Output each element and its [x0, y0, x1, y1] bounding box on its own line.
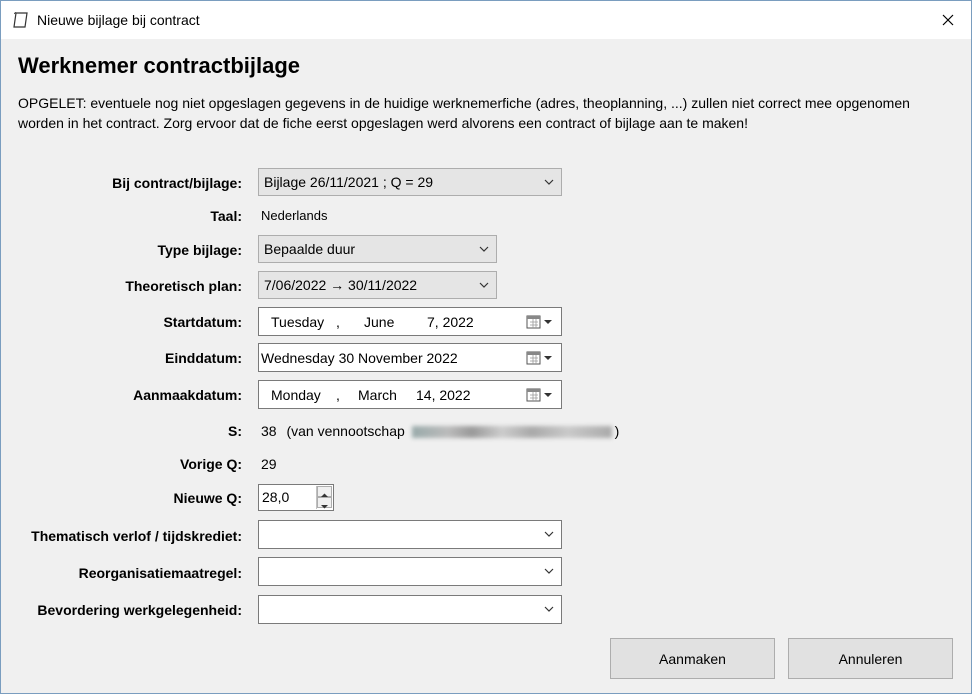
warning-text: OPGELET: eventuele nog niet opgeslagen g… — [18, 95, 910, 131]
bevordering-select[interactable] — [258, 595, 562, 624]
theoretisch-plan-value: 7/06/2022 → 30/11/2022 — [264, 277, 418, 293]
chevron-down-icon — [544, 179, 554, 185]
close-button[interactable] — [925, 1, 971, 39]
bevordering-label: Bevordering werkgelegenheid: — [37, 602, 242, 618]
nieuwe-q-value: 28,0 — [262, 489, 290, 505]
calendar-dropdown-icon[interactable] — [525, 314, 557, 330]
redacted-company-name — [411, 426, 612, 439]
startdatum-month: June — [364, 314, 395, 330]
vorige-q-label: Vorige Q: — [180, 456, 242, 472]
s-company-prefix: (van vennootschap — [286, 423, 405, 439]
taal-value: Nederlands — [261, 208, 328, 223]
type-bijlage-select[interactable]: Bepaalde duur — [258, 235, 497, 263]
chevron-down-icon — [479, 246, 489, 252]
theoretisch-plan-select[interactable]: 7/06/2022 → 30/11/2022 — [258, 271, 497, 299]
aanmaakdatum-day: Monday — [271, 387, 321, 403]
startdatum-comma: , — [336, 314, 340, 330]
taal-label: Taal: — [210, 208, 242, 224]
einddatum-value: Wednesday 30 November 2022 — [261, 350, 458, 366]
theoretisch-plan-label: Theoretisch plan: — [125, 278, 242, 294]
bij-contract-select[interactable]: Bijlage 26/11/2021 ; Q = 29 — [258, 168, 562, 196]
create-button[interactable]: Aanmaken — [610, 638, 775, 679]
aanmaakdatum-date: 14, 2022 — [416, 387, 471, 403]
aanmaakdatum-comma: , — [336, 387, 340, 403]
thematisch-verlof-select[interactable] — [258, 520, 562, 549]
cancel-button[interactable]: Annuleren — [788, 638, 953, 679]
calendar-dropdown-icon[interactable] — [525, 387, 557, 403]
chevron-down-icon — [479, 282, 489, 288]
startdatum-day: Tuesday — [271, 314, 325, 330]
reorganisatie-label: Reorganisatiemaatregel: — [78, 565, 242, 581]
thematisch-verlof-label: Thematisch verlof / tijdskrediet: — [31, 528, 242, 544]
bij-contract-label: Bij contract/bijlage: — [112, 175, 242, 191]
nieuwe-q-label: Nieuwe Q: — [173, 490, 242, 506]
s-value-row: 38 (van vennootschap ) — [261, 423, 619, 439]
s-value: 38 — [261, 423, 277, 439]
s-label: S: — [228, 423, 242, 439]
stepper-buttons — [316, 486, 332, 509]
calendar-dropdown-icon[interactable] — [525, 350, 557, 366]
type-bijlage-label: Type bijlage: — [157, 242, 242, 258]
nieuwe-q-stepper[interactable]: 28,0 — [258, 484, 334, 511]
reorganisatie-select[interactable] — [258, 557, 562, 586]
aanmaakdatum-picker[interactable]: Monday , March 14, 2022 — [258, 380, 562, 409]
bij-contract-value: Bijlage 26/11/2021 ; Q = 29 — [264, 174, 434, 190]
startdatum-label: Startdatum: — [163, 314, 242, 330]
window-title: Nieuwe bijlage bij contract — [37, 12, 200, 28]
stepper-down-button[interactable] — [317, 497, 332, 509]
einddatum-label: Einddatum: — [165, 350, 242, 366]
chevron-down-icon — [544, 568, 554, 574]
stepper-up-button[interactable] — [317, 486, 332, 497]
close-icon — [942, 14, 954, 26]
aanmaakdatum-month: March — [358, 387, 397, 403]
title-bar: Nieuwe bijlage bij contract — [1, 1, 971, 39]
startdatum-picker[interactable]: Tuesday , June 7, 2022 — [258, 307, 562, 336]
chevron-down-icon — [544, 531, 554, 537]
arrow-down-icon — [321, 505, 328, 509]
page-title: Werknemer contractbijlage — [18, 53, 301, 78]
dialog-window: Nieuwe bijlage bij contract Werknemer co… — [0, 0, 972, 694]
type-bijlage-value: Bepaalde duur — [264, 241, 356, 257]
startdatum-date: 7, 2022 — [427, 314, 474, 330]
aanmaakdatum-label: Aanmaakdatum: — [133, 387, 242, 403]
einddatum-picker[interactable]: Wednesday 30 November 2022 — [258, 343, 562, 372]
document-icon — [13, 12, 28, 28]
s-company-suffix: ) — [614, 423, 620, 439]
chevron-down-icon — [544, 606, 554, 612]
vorige-q-value: 29 — [261, 456, 277, 472]
